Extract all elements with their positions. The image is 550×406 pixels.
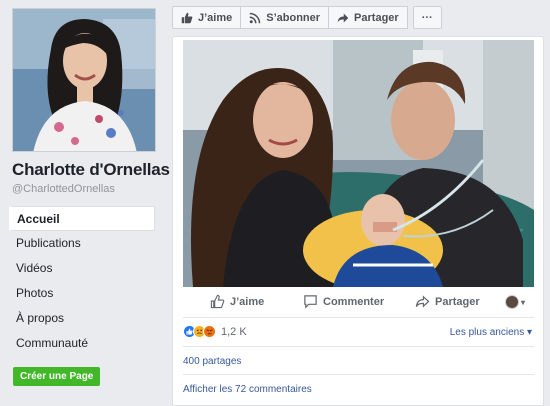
- divider: [183, 374, 534, 375]
- share-arrow-icon: [337, 13, 349, 22]
- more-button[interactable]: ···: [412, 6, 442, 29]
- share-page-label: Partager: [354, 11, 399, 24]
- nav-item-publications[interactable]: Publications: [9, 231, 155, 256]
- angry-icon: [203, 325, 216, 338]
- create-page-button[interactable]: Créer une Page: [13, 367, 101, 386]
- page-action-bar: J’aime S’abonner Partager ···: [172, 6, 442, 29]
- thumbs-up-icon: [181, 12, 193, 23]
- page-nav: Accueil Publications Vidéos Photos À pro…: [9, 206, 155, 356]
- shares-link[interactable]: 400 partages: [183, 356, 241, 367]
- subscribe-label: S’abonner: [266, 11, 321, 24]
- chevron-down-icon: ▾: [521, 297, 526, 307]
- page-handle: @CharlottedOrnellas: [12, 183, 115, 195]
- view-comments-link[interactable]: Afficher les 72 commentaires: [183, 384, 312, 395]
- reactions-summary[interactable]: 1,2 K: [183, 325, 247, 338]
- post-photo[interactable]: [183, 40, 534, 287]
- rss-icon: [249, 12, 261, 23]
- nav-item-videos[interactable]: Vidéos: [9, 256, 155, 281]
- more-dots-icon: ···: [421, 11, 433, 24]
- post-share-button[interactable]: Partager: [415, 294, 480, 309]
- divider: [183, 346, 534, 347]
- comment-icon: [304, 295, 317, 309]
- thumbs-up-icon: [210, 294, 225, 309]
- post-comment-button[interactable]: Commenter: [303, 294, 384, 309]
- post-like-label: J’aime: [230, 295, 265, 308]
- left-column: Charlotte d'Ornellas @CharlottedOrnellas…: [0, 0, 170, 406]
- post-card: J’aime Commenter Partager ▾ 1,2 K Les pl…: [172, 36, 544, 406]
- avatar: [505, 295, 519, 309]
- nav-item-a-propos[interactable]: À propos: [9, 306, 155, 331]
- nav-item-accueil[interactable]: Accueil: [9, 206, 155, 231]
- share-page-button[interactable]: Partager: [328, 6, 408, 29]
- nav-item-communaute[interactable]: Communauté: [9, 331, 155, 356]
- nav-item-photos[interactable]: Photos: [9, 281, 155, 306]
- divider: [183, 317, 534, 318]
- post-like-button[interactable]: J’aime: [210, 294, 264, 309]
- comment-sort-dropdown[interactable]: Les plus anciens ▾: [450, 327, 532, 338]
- post-share-label: Partager: [435, 295, 480, 308]
- like-page-label: J’aime: [198, 11, 233, 24]
- share-arrow-icon: [415, 295, 430, 308]
- page-name[interactable]: Charlotte d'Ornellas: [12, 160, 170, 180]
- like-page-button[interactable]: J’aime: [172, 6, 242, 29]
- profile-picture[interactable]: [12, 8, 156, 152]
- subscribe-button[interactable]: S’abonner: [240, 6, 330, 29]
- reaction-count: 1,2 K: [221, 325, 247, 338]
- post-as-selector[interactable]: ▾: [505, 295, 525, 309]
- post-comment-label: Commenter: [323, 295, 385, 308]
